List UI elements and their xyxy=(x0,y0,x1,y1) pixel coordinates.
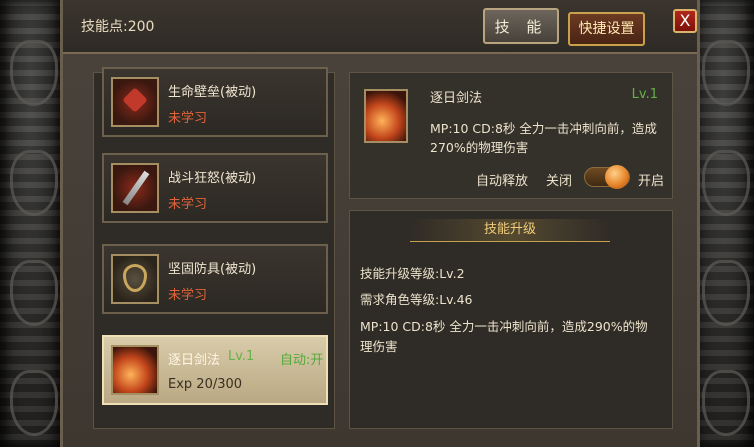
upgrade-description: MP:10 CD:8秒 全力一击冲刺向前，造成290%的物理伤害 xyxy=(360,319,648,354)
close-icon: X xyxy=(679,11,691,30)
skill-window: 技能点:200 技 能 快捷设置 X 生命壁垒(被动) 未学习 战斗狂怒(被动)… xyxy=(60,0,700,447)
skill-item-sturdy-armor[interactable]: 坚固防具(被动) 未学习 xyxy=(102,244,328,314)
pillar-ornament xyxy=(10,370,58,436)
skill-name: 逐日剑法 xyxy=(168,353,221,368)
skill-detail-panel: 逐日剑法 Lv.1 MP:10 CD:8秒 全力一击冲刺向前，造成270%的物理… xyxy=(349,72,673,199)
skill-upgrade-panel: 技能升级 技能升级等级:Lv.2 需求角色等级:Lv.46 MP:10 CD:8… xyxy=(349,210,673,429)
pillar-ornament xyxy=(10,150,58,216)
flame-sword-icon xyxy=(364,89,408,143)
skill-exp: Exp 20/300 xyxy=(168,377,243,392)
auto-cast-off-label: 关闭 xyxy=(546,174,573,189)
skill-status: 未学习 xyxy=(168,197,208,212)
detail-description: MP:10 CD:8秒 全力一击冲刺向前，造成270%的物理伤害 xyxy=(430,121,657,155)
skill-name: 坚固防具(被动) xyxy=(168,262,257,277)
toggle-knob[interactable] xyxy=(605,165,629,189)
skill-name: 生命壁垒(被动) xyxy=(168,85,257,100)
upgrade-skill-level: 技能升级等级:Lv.2 xyxy=(360,266,465,281)
shield-icon xyxy=(111,254,159,304)
tab-quick-settings[interactable]: 快捷设置 xyxy=(568,12,645,46)
sword-icon xyxy=(111,163,159,213)
skill-status: 未学习 xyxy=(168,288,208,303)
pillar-ornament xyxy=(10,260,58,326)
left-ornate-pillar xyxy=(0,0,62,447)
heart-icon xyxy=(111,77,159,127)
skill-name: 战斗狂怒(被动) xyxy=(168,171,257,186)
auto-cast-label: 自动释放 xyxy=(476,174,529,189)
pillar-ornament xyxy=(702,150,750,216)
upgrade-title: 技能升级 xyxy=(410,219,610,242)
detail-skill-level: Lv.1 xyxy=(631,87,658,102)
pillar-ornament xyxy=(702,370,750,436)
flame-sword-icon xyxy=(111,345,159,395)
pillar-ornament xyxy=(702,40,750,106)
skill-auto-status: 自动:开 xyxy=(280,353,324,368)
window-header: 技能点:200 技 能 快捷设置 X xyxy=(63,0,697,54)
close-button[interactable]: X xyxy=(673,9,697,33)
skill-item-life-barrier[interactable]: 生命壁垒(被动) 未学习 xyxy=(102,67,328,137)
skill-item-sun-chasing-sword[interactable]: 逐日剑法 Lv.1 自动:开 Exp 20/300 xyxy=(102,335,328,405)
skill-status: 未学习 xyxy=(168,111,208,126)
auto-cast-on-label: 开启 xyxy=(638,174,665,189)
tab-skills[interactable]: 技 能 xyxy=(483,8,559,44)
right-ornate-pillar xyxy=(692,0,754,447)
pillar-ornament xyxy=(10,40,58,106)
skill-list[interactable]: 生命壁垒(被动) 未学习 战斗狂怒(被动) 未学习 坚固防具(被动) 未学习 逐… xyxy=(93,67,335,429)
detail-skill-name: 逐日剑法 xyxy=(430,91,483,106)
upgrade-required-level: 需求角色等级:Lv.46 xyxy=(360,292,473,307)
pillar-ornament xyxy=(702,260,750,326)
auto-cast-toggle[interactable] xyxy=(584,165,630,189)
skill-item-battle-rage[interactable]: 战斗狂怒(被动) 未学习 xyxy=(102,153,328,223)
skill-points-label: 技能点:200 xyxy=(81,19,155,35)
skill-level: Lv.1 xyxy=(228,349,255,364)
